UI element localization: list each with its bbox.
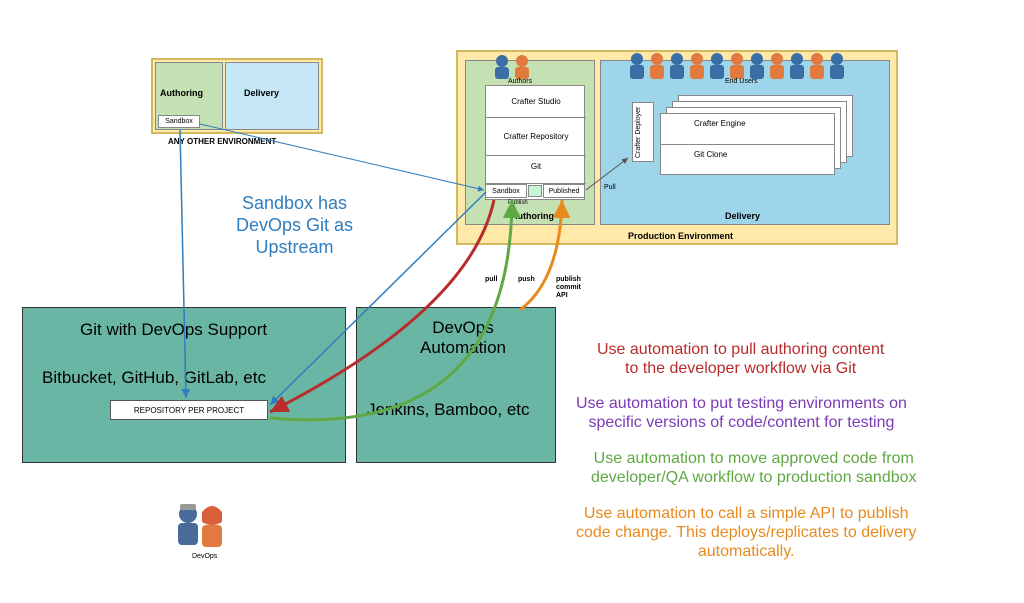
note-testing-env: Use automation to put testing environmen…: [576, 394, 907, 432]
sandbox-upstream-note: Sandbox has DevOps Git as Upstream: [236, 192, 353, 258]
other-delivery-label: Delivery: [244, 88, 279, 98]
crafter-studio-box: Crafter Studio: [486, 86, 586, 118]
authors-label: Authors: [508, 78, 532, 85]
sandbox-note-line: Upstream: [256, 237, 334, 257]
crafter-engine-label: Crafter Engine: [694, 119, 746, 128]
flow-api-line: publish: [556, 276, 581, 283]
other-authoring-label: Authoring: [160, 88, 203, 98]
flow-api-line: commit: [556, 284, 581, 291]
git-clone-label: Git Clone: [694, 150, 727, 159]
other-env-label: ANY OTHER ENVIRONMENT: [168, 137, 276, 146]
note-line: specific versions of code/content for te…: [588, 414, 894, 431]
crafter-deployer-box: Crafter Deployer: [632, 102, 654, 162]
other-sandbox-box: Sandbox: [158, 115, 200, 128]
engine-divider: [660, 144, 835, 145]
devops-people-icon: [172, 500, 232, 553]
publish-action-label: Publish: [508, 200, 528, 206]
devops-automation-subtitle: Jenkins, Bamboo, etc: [367, 400, 530, 420]
devops-people-label: DevOps: [192, 553, 217, 560]
sandbox-note-line: Sandbox has: [242, 193, 347, 213]
flow-label-api: publish commit API: [556, 276, 581, 300]
prod-sandbox-box: Sandbox: [485, 184, 527, 198]
endusers-label: End Users: [725, 78, 758, 85]
flow-label-pull: pull: [485, 276, 497, 283]
flow-label-push: push: [518, 276, 535, 283]
prod-published-box: Published: [543, 184, 585, 198]
crafter-repo-box: Crafter Repository: [486, 118, 586, 156]
git-devops-title: Git with DevOps Support: [80, 320, 267, 340]
delivery-pull-label: Pull: [604, 184, 616, 191]
note-line: Use automation to call a simple API to p…: [584, 505, 909, 522]
devops-automation-title: DevOps Automation: [420, 318, 506, 358]
git-devops-subtitle: Bitbucket, GitHub, GitLab, etc: [42, 368, 266, 388]
note-line: automatically.: [698, 543, 795, 560]
engine-stack: [660, 95, 855, 175]
note-publish-api: Use automation to call a simple API to p…: [576, 504, 916, 561]
flow-api-line: API: [556, 292, 568, 299]
note-line: Use automation to move approved code fro…: [594, 450, 914, 467]
note-move-approved: Use automation to move approved code fro…: [591, 449, 917, 487]
note-pull-authoring: Use automation to pull authoring content…: [597, 340, 884, 378]
note-line: to the developer workflow via Git: [625, 360, 856, 377]
sandbox-note-line: DevOps Git as: [236, 215, 353, 235]
prod-env-label: Production Environment: [628, 231, 733, 241]
crafter-stack: Crafter Studio Crafter Repository Git: [485, 85, 585, 200]
note-line: Use automation to pull authoring content: [597, 341, 884, 358]
note-line: code change. This deploys/replicates to …: [576, 524, 916, 541]
prod-delivery-label: Delivery: [725, 211, 760, 221]
prod-authoring-label: Authoring: [511, 211, 554, 221]
repository-per-project-box: REPOSITORY PER PROJECT: [110, 400, 268, 420]
publish-arrow-icon: [528, 185, 542, 197]
devops-title-line: DevOps: [432, 318, 493, 337]
note-line: developer/QA workflow to production sand…: [591, 469, 917, 486]
crafter-git-box: Git: [486, 156, 586, 184]
devops-title-line: Automation: [420, 338, 506, 357]
note-line: Use automation to put testing environmen…: [576, 395, 907, 412]
